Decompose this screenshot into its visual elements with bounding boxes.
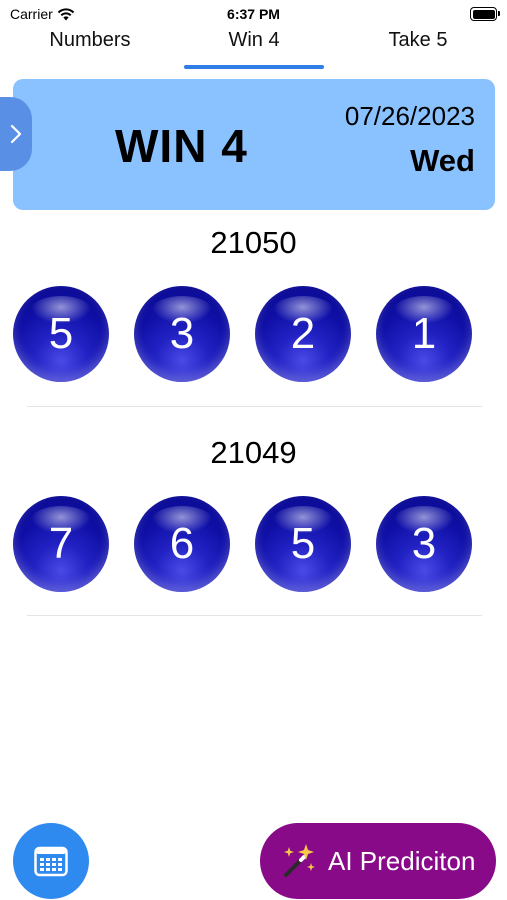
number-ball: 5: [13, 286, 109, 382]
tab-numbers[interactable]: Numbers: [30, 26, 150, 70]
calendar-button[interactable]: [13, 823, 89, 899]
draw-day: Wed: [410, 143, 475, 178]
ball-value: 5: [290, 519, 316, 568]
draw-date: 07/26/2023: [344, 101, 475, 131]
number-ball: 5: [255, 496, 351, 592]
game-header-card: WIN 4 07/26/2023 Wed: [13, 79, 495, 210]
ball-value: 3: [411, 519, 437, 568]
tab-win4[interactable]: Win 4: [184, 26, 324, 70]
ai-prediction-label: AI Prediciton: [328, 845, 476, 876]
tab-bar: Numbers Win 4 Take 5: [0, 26, 507, 70]
ball-value: 5: [48, 309, 74, 358]
ball-value: 6: [169, 519, 195, 568]
ball-value: 2: [290, 309, 316, 358]
number-ball: 7: [13, 496, 109, 592]
magic-wand-icon: [278, 841, 318, 881]
number-ball: 3: [376, 496, 472, 592]
number-ball: 2: [255, 286, 351, 382]
status-bar: Carrier 6:37 PM: [0, 0, 507, 28]
draw-number: 21049: [210, 435, 297, 470]
number-ball: 6: [134, 496, 230, 592]
tab-take5[interactable]: Take 5: [360, 26, 476, 70]
ball-row: 7 6 5 3: [13, 496, 483, 592]
divider: [27, 615, 482, 616]
number-ball: 3: [134, 286, 230, 382]
tab-indicator: [184, 65, 324, 69]
draw-number: 21050: [210, 225, 297, 260]
chevron-right-icon: [10, 124, 22, 144]
ball-row: 5 3 2 1: [13, 286, 483, 382]
game-title: WIN 4: [115, 120, 248, 172]
status-time: 6:37 PM: [227, 6, 280, 22]
ball-value: 3: [169, 309, 195, 358]
battery-icon: [470, 7, 500, 21]
divider: [27, 406, 482, 407]
ball-value: 1: [411, 309, 437, 358]
calendar-icon: [34, 846, 68, 877]
ai-prediction-button[interactable]: AI Prediciton: [260, 823, 496, 899]
number-ball: 1: [376, 286, 472, 382]
side-drawer-toggle[interactable]: [0, 97, 32, 171]
ball-value: 7: [48, 519, 74, 568]
